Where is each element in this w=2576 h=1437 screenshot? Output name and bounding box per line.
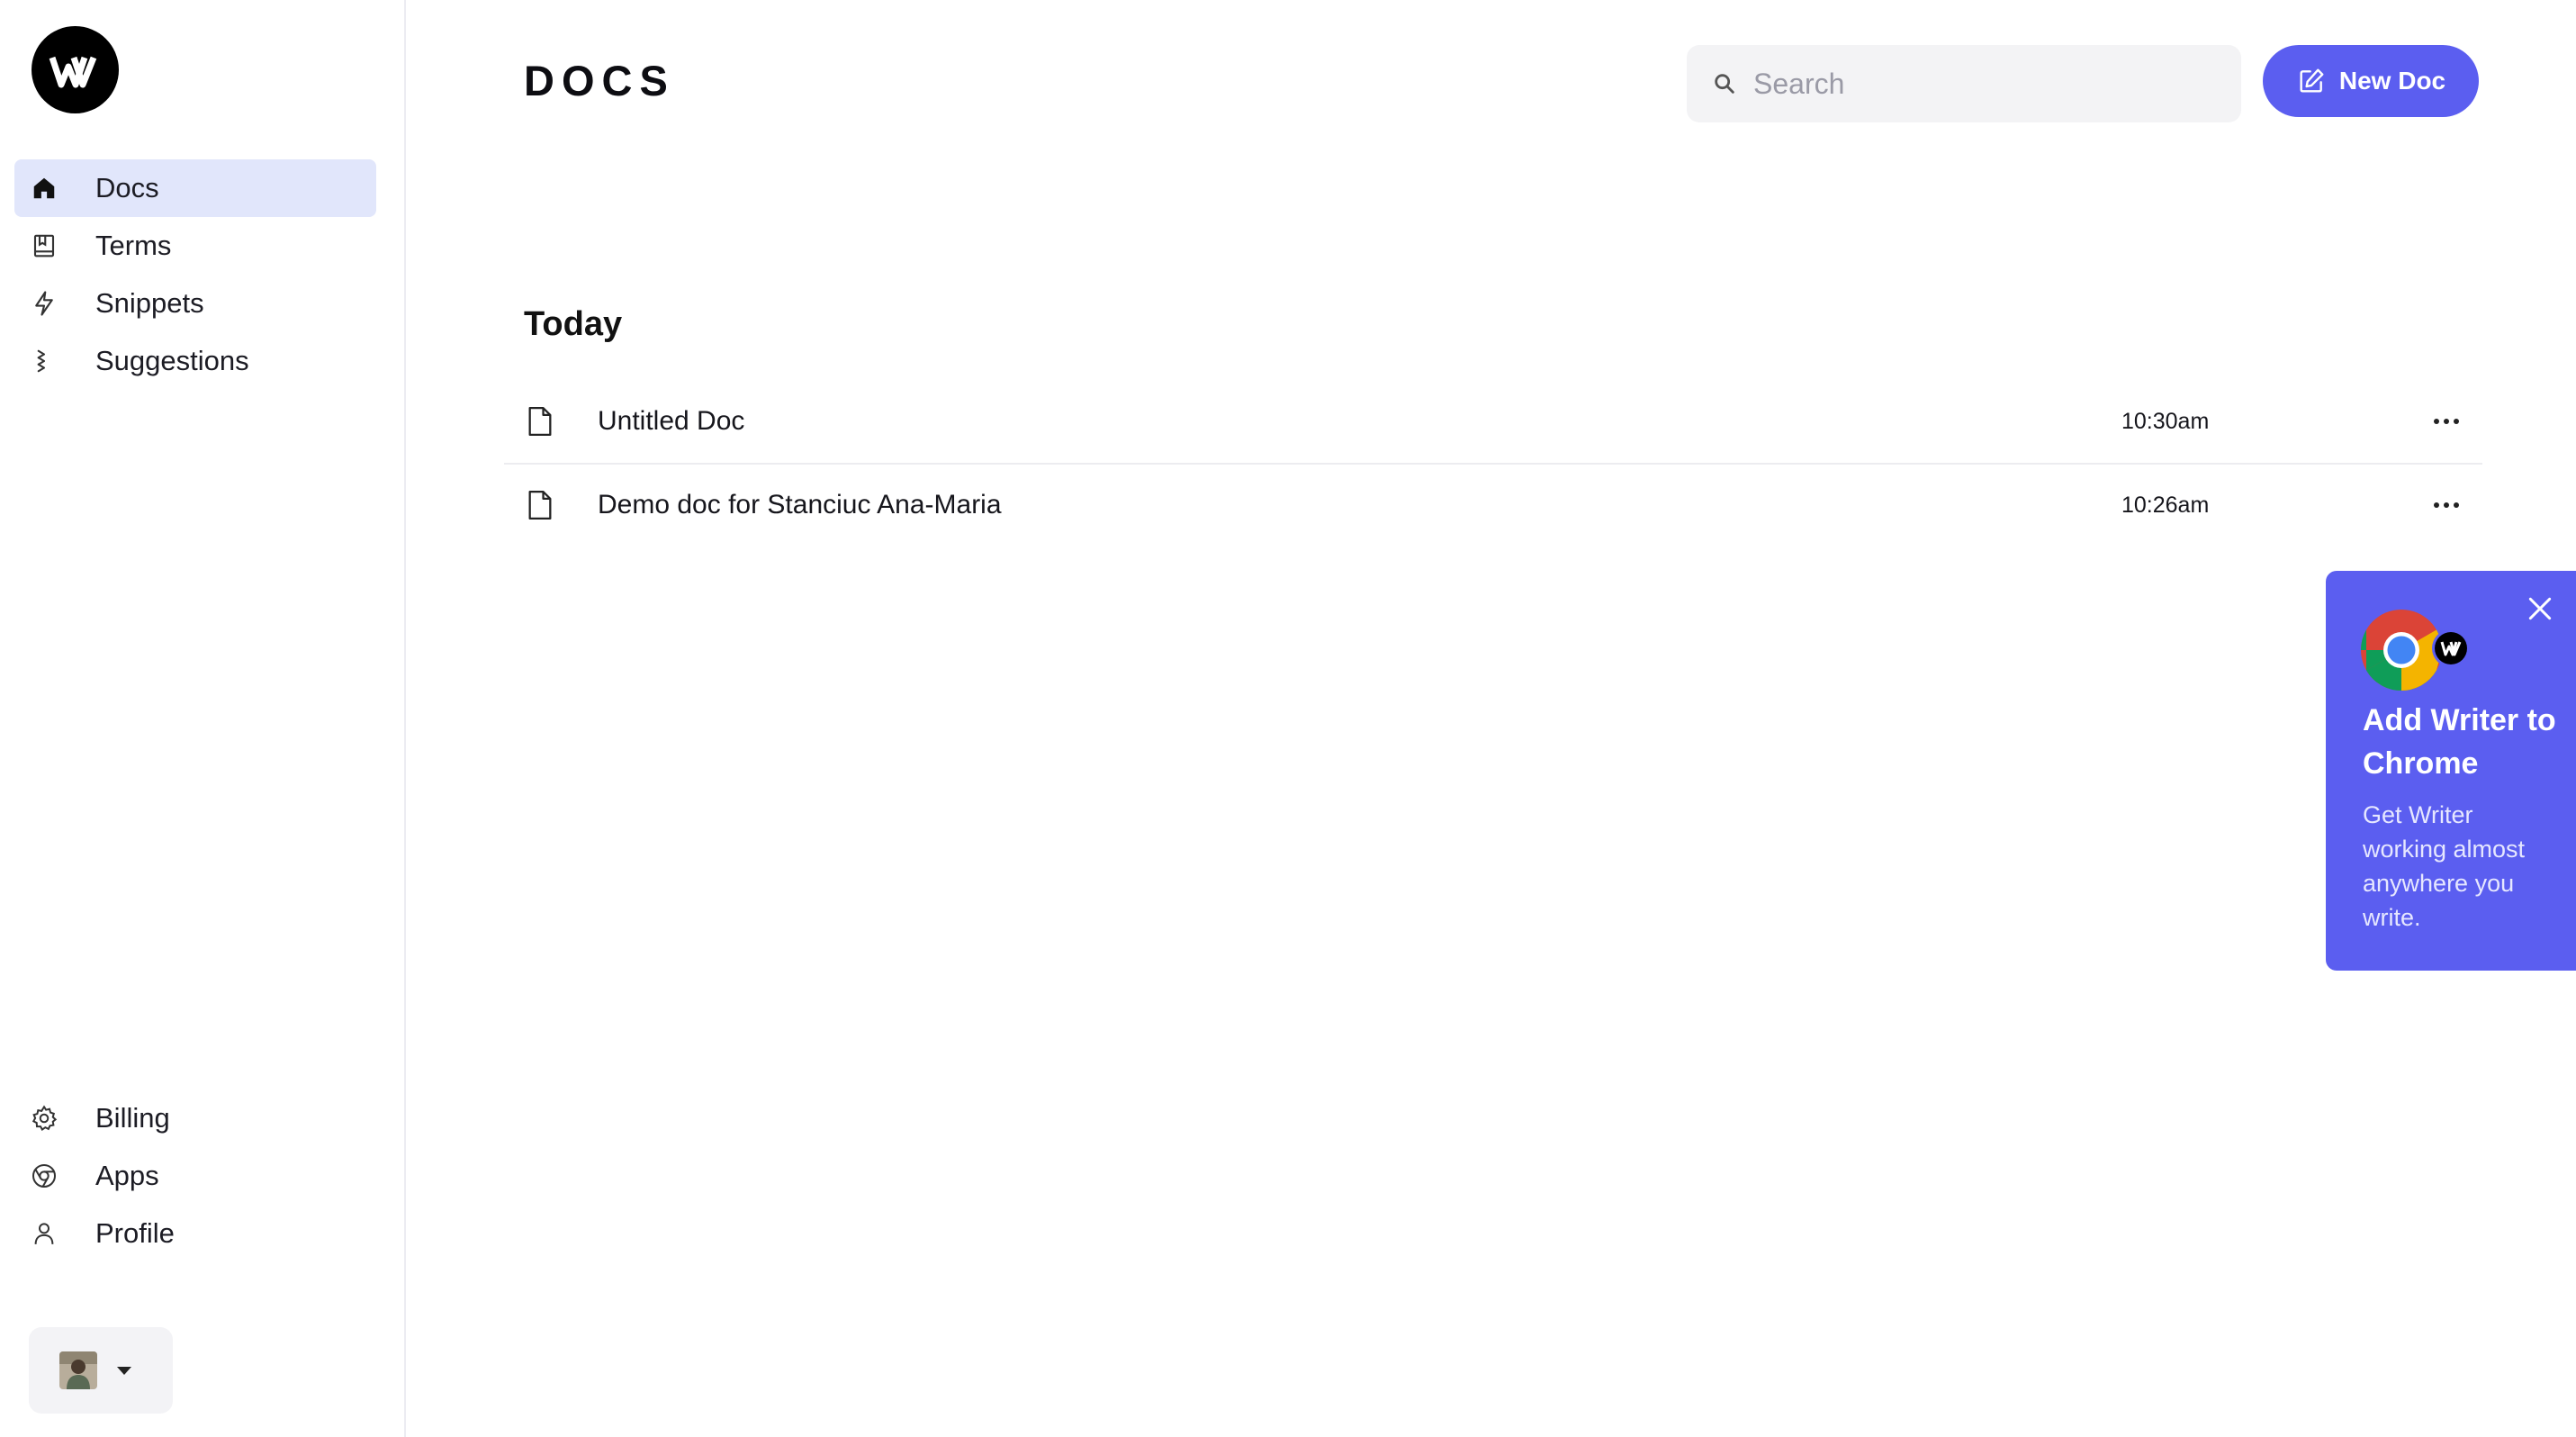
sidebar: Docs Terms Snippets Suggestions Billing …: [0, 0, 406, 1437]
home-icon: [27, 171, 61, 205]
more-options-icon[interactable]: [2421, 487, 2472, 523]
doc-time: 10:26am: [2121, 492, 2210, 518]
search-icon: [1710, 69, 1739, 98]
more-options-icon[interactable]: [2421, 403, 2472, 439]
gear-icon: [27, 1101, 61, 1135]
sidebar-item-label: Docs: [95, 172, 159, 203]
chrome-icon: [2361, 610, 2442, 691]
search-input[interactable]: [1753, 67, 2221, 101]
sidebar-item-apps[interactable]: Apps: [14, 1147, 376, 1205]
sidebar-item-profile[interactable]: Profile: [14, 1205, 376, 1262]
writer-logo-icon[interactable]: [32, 26, 119, 113]
sidebar-item-suggestions[interactable]: Suggestions: [14, 332, 376, 390]
promo-title: Add Writer to Chrome: [2363, 703, 2556, 781]
new-doc-label: New Doc: [2338, 67, 2446, 95]
new-doc-button[interactable]: New Doc: [2263, 45, 2479, 117]
chrome-extension-promo: Add Writer to Chrome Get Writer working …: [2326, 571, 2576, 971]
sidebar-item-billing[interactable]: Billing: [14, 1089, 376, 1147]
book-icon: [27, 229, 61, 263]
sidebar-item-label: Snippets: [95, 287, 204, 319]
doc-time: 10:30am: [2121, 408, 2210, 434]
doc-name[interactable]: Untitled Doc: [598, 406, 744, 437]
sidebar-item-label: Profile: [95, 1217, 175, 1249]
section-title-today: Today: [524, 305, 623, 343]
double-check-icon: [27, 344, 61, 378]
chrome-writer-logos: [2360, 607, 2477, 693]
bolt-icon: [27, 286, 61, 321]
search-box[interactable]: [1687, 45, 2241, 122]
sidebar-item-terms[interactable]: Terms: [14, 217, 376, 275]
document-icon: [524, 489, 556, 521]
page-title: DOCS: [524, 57, 675, 104]
sidebar-item-label: Apps: [95, 1160, 159, 1191]
user-icon: [27, 1216, 61, 1251]
sidebar-nav-bottom: Billing Apps Profile: [14, 1089, 376, 1262]
doc-row[interactable]: Demo doc for Stanciuc Ana-Maria 10:26am: [504, 463, 2482, 546]
sidebar-item-snippets[interactable]: Snippets: [14, 275, 376, 332]
doc-row[interactable]: Untitled Doc 10:30am: [504, 380, 2482, 463]
sidebar-nav-top: Docs Terms Snippets Suggestions: [14, 159, 376, 390]
promo-body: Get Writer working almost anywhere you w…: [2363, 801, 2526, 931]
sidebar-item-label: Billing: [95, 1102, 170, 1134]
sidebar-item-label: Suggestions: [95, 345, 249, 376]
sidebar-item-docs[interactable]: Docs: [14, 159, 376, 217]
account-menu-button[interactable]: [29, 1327, 173, 1414]
edit-icon: [2296, 66, 2327, 96]
chrome-outline-icon: [27, 1159, 61, 1193]
avatar: [59, 1351, 97, 1389]
caret-down-icon: [117, 1366, 131, 1375]
doc-list: Untitled Doc 10:30am Demo doc for Stanci…: [504, 380, 2482, 546]
close-icon[interactable]: [2524, 592, 2556, 625]
sidebar-item-label: Terms: [95, 230, 172, 261]
document-icon: [524, 405, 556, 438]
doc-name[interactable]: Demo doc for Stanciuc Ana-Maria: [598, 490, 1002, 520]
writer-badge-icon: [2432, 629, 2470, 667]
